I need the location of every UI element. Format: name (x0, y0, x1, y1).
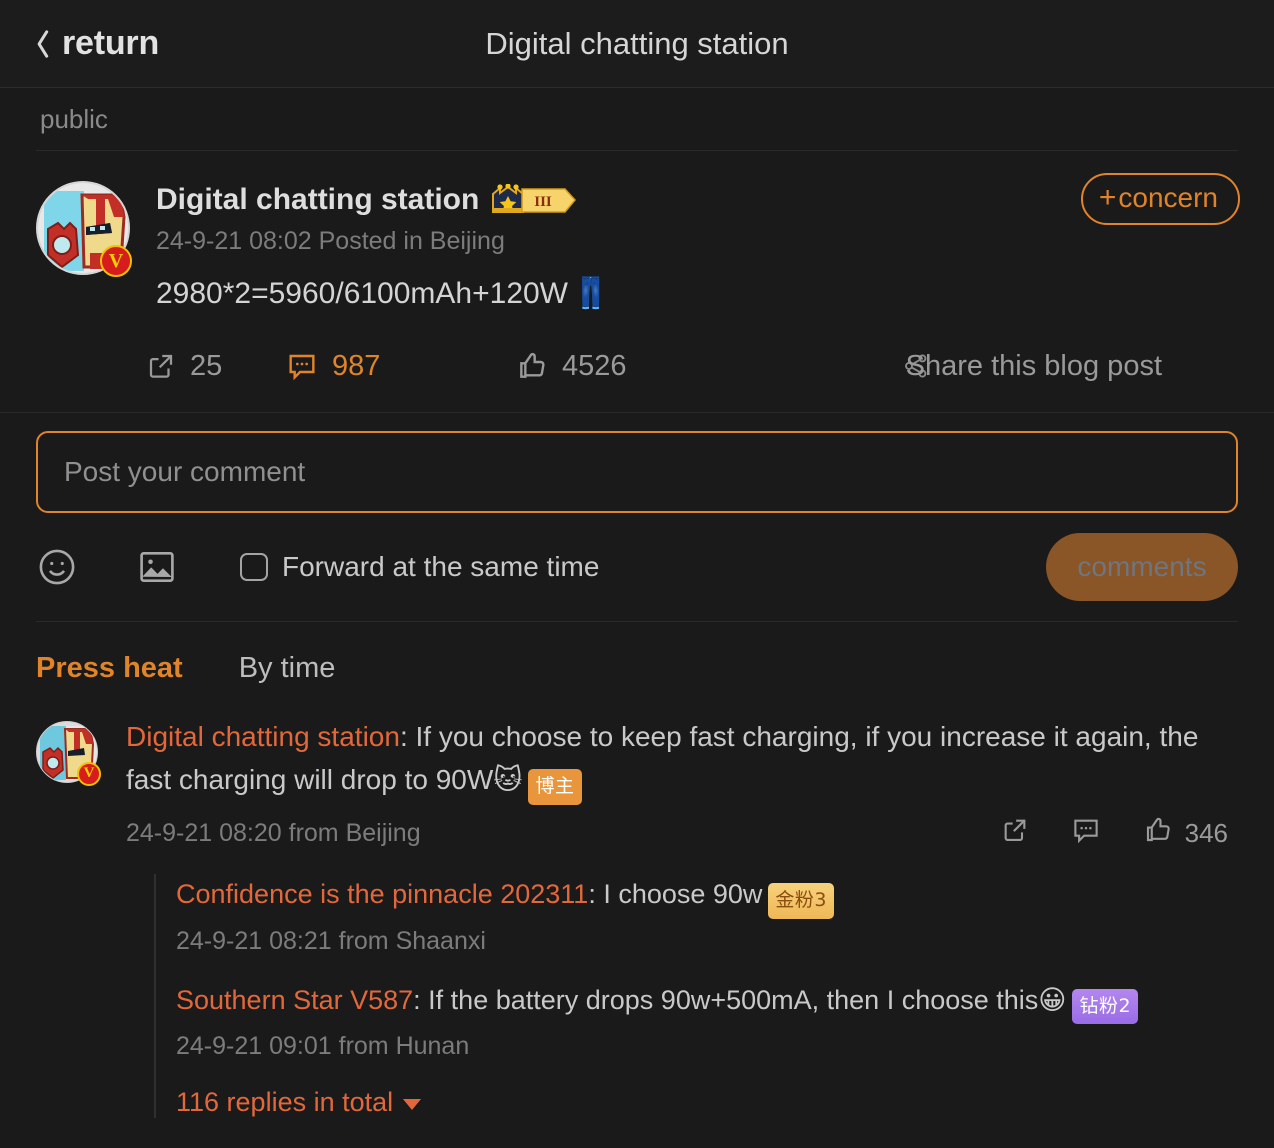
comment-bubble-icon (286, 350, 318, 382)
post-visibility-label: public (40, 104, 108, 135)
share-icon (146, 351, 176, 381)
back-button-label: return (62, 24, 159, 63)
composer-toolbar: Forward at the same time comments (36, 513, 1238, 621)
post-action-bar: 25 987 4526 Share this (0, 321, 1274, 413)
forward-checkbox[interactable]: Forward at the same time (240, 551, 599, 583)
comment-sort-tabs: Press heat By time (0, 622, 1274, 699)
show-more-replies-button[interactable]: 116 replies in total (176, 1087, 421, 1118)
thumbs-up-icon (516, 350, 548, 382)
post-forward-blog-button[interactable]: Share this blog post (816, 350, 1238, 383)
checkbox-icon (240, 553, 268, 581)
comment-text: Digital chatting station: If you choose … (126, 715, 1238, 806)
comment-like-button[interactable]: 346 (1143, 815, 1228, 852)
reply-body: : I choose 90w (588, 879, 762, 909)
author-avatar[interactable]: V (36, 181, 130, 275)
submit-comment-button[interactable]: comments (1046, 533, 1238, 601)
tab-by-time[interactable]: By time (239, 652, 336, 685)
follow-button[interactable]: + concern (1081, 173, 1240, 225)
post-share-button[interactable]: 25 (36, 350, 286, 383)
reply-body: : If the battery drops 90w+500mA, then I… (413, 985, 1038, 1015)
comment-reply-button[interactable] (1071, 815, 1101, 852)
chevron-left-icon (28, 27, 50, 61)
reply-item: Confidence is the pinnacle 202311: I cho… (176, 874, 1238, 956)
diamond-fan-badge: 钻粉2 (1072, 989, 1138, 1025)
back-button[interactable]: return (28, 24, 159, 63)
post-like-count: 4526 (562, 350, 627, 383)
post-content-text: 2980*2=5960/6100mAh+120W (156, 274, 568, 315)
reply-timestamp: 24-9-21 08:21 from Shaanxi (176, 927, 1238, 956)
comment-bubble-icon (1071, 815, 1101, 852)
gold-fan-badge: 金粉3 (768, 883, 834, 919)
share-icon (1001, 816, 1029, 851)
comment-input[interactable]: Post your comment (36, 431, 1238, 513)
more-replies-label: 116 replies in total (176, 1087, 393, 1118)
comment-avatar[interactable]: V (36, 721, 98, 783)
cat-emoji-icon: 🐱 (493, 763, 522, 796)
comment-input-placeholder: Post your comment (64, 456, 305, 488)
reply-timestamp: 24-9-21 09:01 from Hunan (176, 1032, 1238, 1061)
forward-checkbox-label: Forward at the same time (282, 551, 599, 583)
post-author-name[interactable]: Digital chatting station (156, 183, 479, 217)
comment-like-count: 346 (1185, 818, 1228, 849)
reply-text: Southern Star V587: If the battery drops… (176, 980, 1238, 1025)
reply-list: Confidence is the pinnacle 202311: I cho… (154, 874, 1238, 1118)
page-title: Digital chatting station (0, 26, 1274, 62)
comment-share-button[interactable] (1001, 816, 1029, 851)
jeans-emoji-icon: 👖 (572, 274, 609, 315)
post-comment-button[interactable]: 987 (286, 350, 516, 383)
verified-badge: V (100, 245, 132, 277)
post-card: + concern (0, 151, 1274, 315)
vip-crown-badge-icon: III (491, 185, 577, 215)
comment-item: V Digital chatting station: If you choos… (0, 699, 1274, 1119)
post-share-count: 25 (190, 350, 222, 383)
chevron-down-icon (403, 1099, 421, 1110)
verified-badge: V (77, 762, 101, 786)
plus-icon: + (1099, 183, 1117, 213)
post-timestamp: 24-9-21 08:02 Posted in Beijing (156, 227, 1238, 256)
follow-button-label: concern (1118, 184, 1218, 212)
smiling-face-emoji-icon: 😀 (1038, 985, 1066, 1016)
reply-text: Confidence is the pinnacle 202311: I cho… (176, 874, 1238, 919)
comment-actions: 346 (1001, 815, 1228, 852)
post-visibility-row[interactable]: public (0, 88, 1274, 150)
reply-author-name[interactable]: Southern Star V587 (176, 985, 413, 1015)
post-forward-label: Share this blog post (906, 350, 1162, 383)
top-navigation-bar: return Digital chatting station (0, 0, 1274, 88)
post-comment-count: 987 (332, 350, 380, 383)
reply-item: Southern Star V587: If the battery drops… (176, 980, 1238, 1062)
comment-meta-row: 24-9-21 08:20 from Beijing (126, 815, 1238, 852)
smiley-icon[interactable] (36, 546, 78, 588)
reply-author-name[interactable]: Confidence is the pinnacle 202311 (176, 879, 588, 909)
tab-press-heat[interactable]: Press heat (36, 652, 183, 685)
thumbs-up-icon (1143, 815, 1173, 852)
comment-composer: Post your comment Forward at the same ti… (0, 413, 1274, 621)
post-like-button[interactable]: 4526 (516, 350, 816, 383)
author-badge: 博主 (528, 769, 581, 805)
post-content: 2980*2=5960/6100mAh+120W 👖 (156, 274, 1238, 315)
image-icon[interactable] (136, 546, 178, 588)
svg-text:III: III (535, 194, 553, 210)
comment-timestamp: 24-9-21 08:20 from Beijing (126, 819, 421, 848)
comment-author-name[interactable]: Digital chatting station (126, 721, 400, 752)
